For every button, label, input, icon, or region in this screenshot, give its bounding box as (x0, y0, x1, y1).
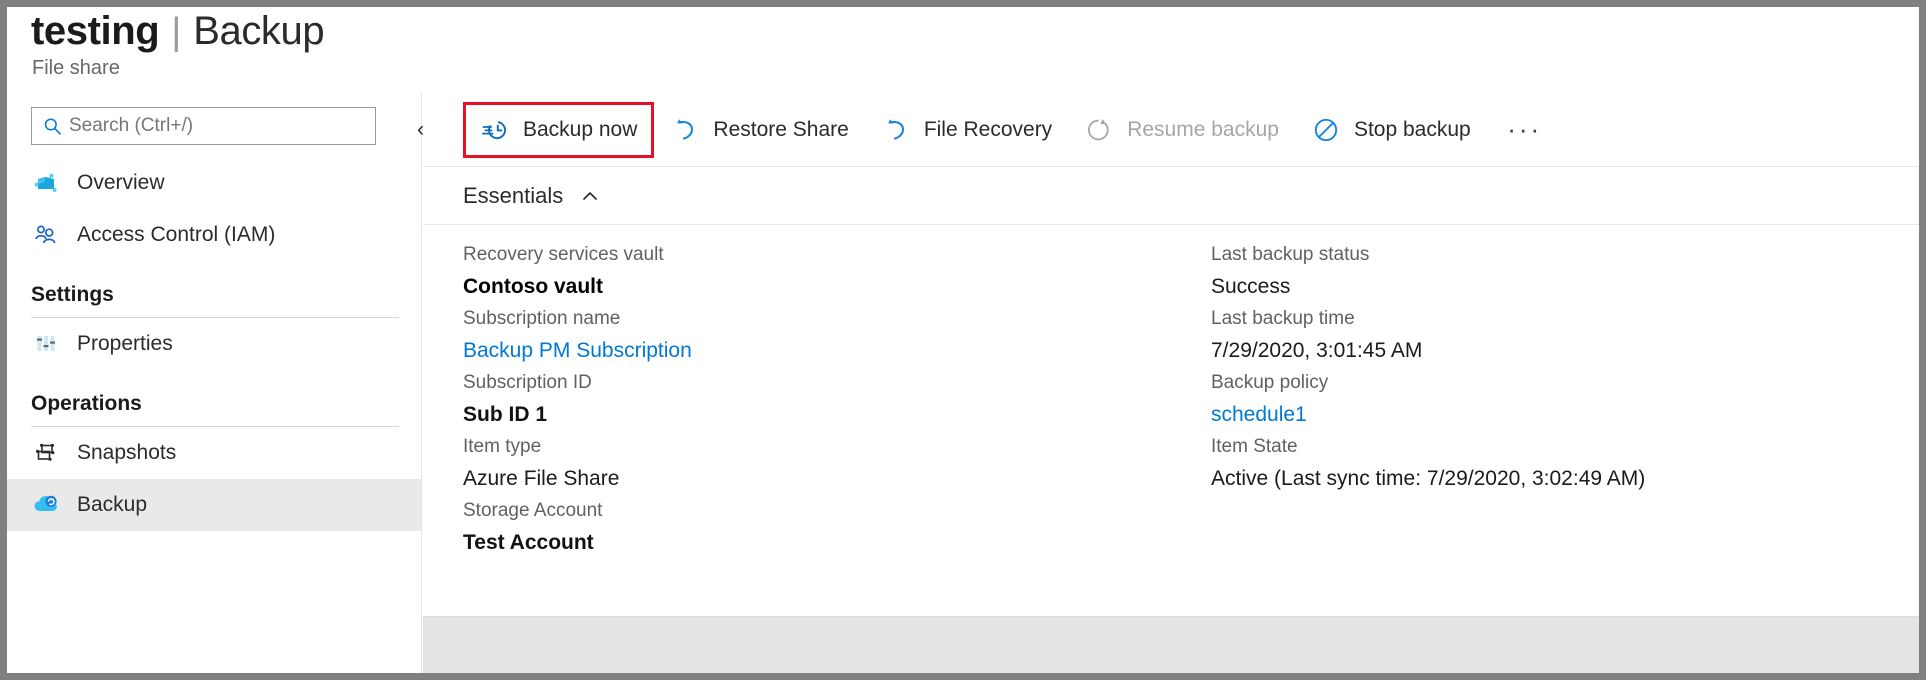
field-label: Last backup time (1211, 308, 1355, 329)
sidebar-item-access-control[interactable]: Access Control (IAM) (7, 209, 421, 261)
sidebar-item-label: Backup (77, 493, 148, 516)
properties-icon (31, 329, 61, 359)
search-icon (42, 116, 62, 136)
essentials-panel: Recovery services vault Contoso vault Su… (423, 225, 1919, 616)
field-label: Recovery services vault (463, 244, 664, 265)
blade-header: testing | Backup File share (7, 7, 1919, 107)
field-storage-account: Storage Account Test Account (463, 495, 1171, 559)
field-value: Success (1211, 275, 1291, 298)
search-box[interactable] (31, 107, 376, 145)
field-label: Backup policy (1211, 372, 1329, 393)
field-value: Test Account (463, 531, 594, 554)
backup-now-button[interactable]: Backup now (463, 101, 655, 158)
field-value: Contoso vault (463, 275, 603, 298)
blade-name: Backup (193, 9, 325, 53)
chevron-up-icon (579, 185, 601, 207)
field-label: Storage Account (463, 500, 603, 521)
snapshots-icon (31, 438, 61, 468)
field-last-backup-status: Last backup status Success (1211, 239, 1919, 303)
field-label: Last backup status (1211, 244, 1370, 265)
essentials-toggle[interactable]: Essentials (423, 167, 1919, 225)
content-footer-strip (423, 616, 1919, 673)
more-commands-button[interactable]: ··· (1497, 102, 1553, 158)
field-subscription-id: Subscription ID Sub ID 1 (463, 367, 1171, 431)
title-separator: | (171, 11, 182, 53)
field-recovery-services-vault: Recovery services vault Contoso vault (463, 239, 1171, 303)
command-bar: Backup now Restore Share File Recovery R… (423, 93, 1919, 167)
command-label: Resume backup (1127, 117, 1279, 141)
essentials-left-column: Recovery services vault Contoso vault Su… (423, 239, 1171, 616)
page-title: testing | Backup (31, 9, 325, 54)
sidebar-section-title: Operations (31, 392, 142, 415)
sidebar-search-row: « (31, 107, 429, 145)
field-value-link[interactable]: schedule1 (1211, 398, 1919, 431)
field-label: Item State (1211, 436, 1298, 457)
browser-window-frame: testing | Backup File share « (0, 0, 1926, 680)
field-value: Active (Last sync time: 7/29/2020, 3:02:… (1211, 467, 1646, 490)
sidebar-nav-list: Overview Access Control (IAM) Settings P… (7, 157, 421, 673)
resume-backup-button[interactable]: Resume backup (1068, 102, 1295, 158)
portal-root: testing | Backup File share « (7, 7, 1919, 673)
field-subscription-name: Subscription name Backup PM Subscription (463, 303, 1171, 367)
content-pane: Backup now Restore Share File Recovery R… (423, 93, 1919, 673)
stop-backup-button[interactable]: Stop backup (1295, 102, 1487, 158)
restore-share-button[interactable]: Restore Share (654, 102, 864, 158)
sidebar-section-operations: Operations (7, 370, 421, 427)
file-recovery-arrow-icon (881, 115, 911, 145)
field-label: Subscription name (463, 308, 621, 329)
file-recovery-button[interactable]: File Recovery (865, 102, 1068, 158)
sidebar-section-settings: Settings (7, 261, 421, 318)
sidebar-item-properties[interactable]: Properties (7, 318, 421, 370)
command-label: Backup now (523, 117, 638, 141)
sidebar-item-backup[interactable]: Backup (7, 479, 421, 531)
restore-arrow-icon (670, 115, 700, 145)
essentials-right-column: Last backup status Success Last backup t… (1171, 239, 1919, 616)
command-label: Stop backup (1353, 117, 1471, 141)
sidebar-item-label: Access Control (IAM) (77, 223, 276, 246)
sidebar-item-label: Snapshots (77, 441, 177, 464)
field-value: 7/29/2020, 3:01:45 AM (1211, 339, 1423, 362)
search-input[interactable] (69, 108, 375, 144)
field-backup-policy: Backup policy schedule1 (1211, 367, 1919, 431)
essentials-title: Essentials (463, 182, 564, 208)
sidebar-item-snapshots[interactable]: Snapshots (7, 427, 421, 479)
field-item-state: Item State Active (Last sync time: 7/29/… (1211, 431, 1919, 495)
backup-cloud-icon (31, 490, 61, 520)
field-label: Subscription ID (463, 372, 592, 393)
command-label: Restore Share (713, 117, 849, 141)
resource-subtitle: File share (32, 57, 120, 79)
access-control-icon (31, 220, 61, 250)
field-value-link[interactable]: Backup PM Subscription (463, 334, 1171, 367)
sidebar-item-label: Overview (77, 171, 165, 194)
sidebar-section-title: Settings (31, 283, 114, 306)
sidebar-item-label: Properties (77, 332, 173, 355)
command-label: File Recovery (923, 117, 1053, 141)
sidebar: « O (7, 93, 429, 673)
field-value: Sub ID 1 (463, 403, 548, 426)
overview-icon (31, 168, 61, 198)
field-label: Item type (463, 436, 542, 457)
field-last-backup-time: Last backup time 7/29/2020, 3:01:45 AM (1211, 303, 1919, 367)
field-value: Azure File Share (463, 467, 620, 490)
stop-backup-circle-slash-icon (1311, 115, 1341, 145)
resource-name: testing (31, 9, 160, 53)
sidebar-item-overview[interactable]: Overview (7, 157, 421, 209)
field-item-type: Item type Azure File Share (463, 431, 1171, 495)
resume-circle-arrow-icon (1084, 115, 1114, 145)
backup-now-clock-icon (480, 115, 510, 145)
